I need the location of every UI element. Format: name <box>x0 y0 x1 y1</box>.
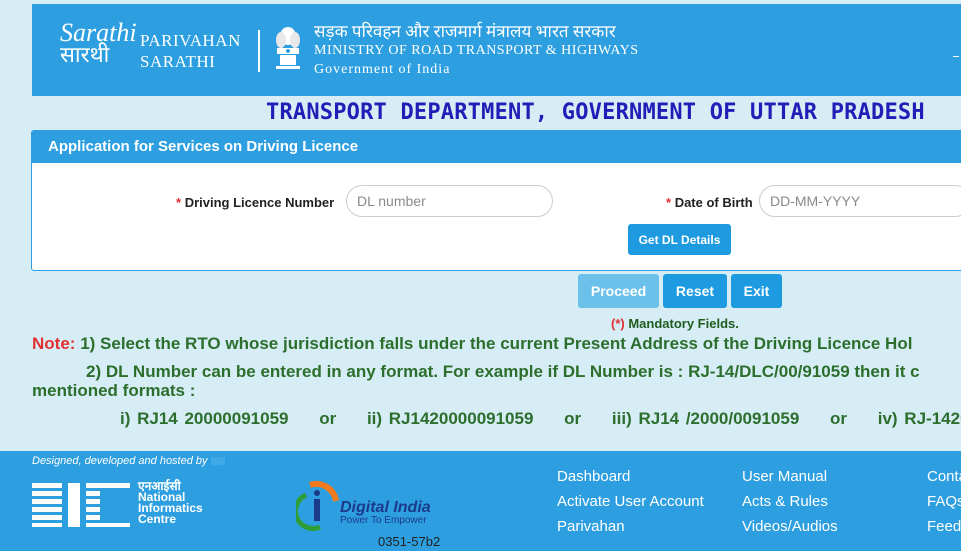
header-divider <box>258 30 260 72</box>
get-dl-details-button[interactable]: Get DL Details <box>628 224 731 255</box>
digital-india-logo-icon[interactable] <box>296 481 340 531</box>
dob-label: * Date of Birth <box>666 195 753 210</box>
nic-name: एनआईसी National Informatics Centre <box>138 480 203 526</box>
logo-line2: सारथी <box>60 42 110 67</box>
sarathi-logo[interactable]: Sarathi सारथी <box>60 18 137 67</box>
mandatory-fields-note: (*) Mandatory Fields. <box>611 316 739 331</box>
footer-link-parivahan[interactable]: Parivahan <box>557 518 625 535</box>
panel-title: Application for Services on Driving Lice… <box>32 131 961 163</box>
dl-services-panel: Application for Services on Driving Lice… <box>31 130 961 271</box>
example-3: iii) RJ14 /2000/0091059 <box>611 409 800 428</box>
dl-number-label-text: Driving Licence Number <box>184 195 335 210</box>
nic-logo-text: NIC <box>82 508 84 510</box>
mandatory-text: Mandatory Fields. <box>628 316 739 331</box>
note-label: Note: <box>32 334 76 353</box>
mandatory-star: (*) <box>611 316 625 331</box>
note-line-3: mentioned formats : <box>32 381 196 400</box>
version-code: 0351-57b2 <box>378 534 441 549</box>
dob-label-text: Date of Birth <box>674 195 753 210</box>
logo-line1: Sarathi <box>60 18 137 47</box>
ministry-block: सड़क परिवहन और राजमार्ग मंत्रालय भारत सर… <box>314 22 639 79</box>
brand-line1: PARIVAHAN <box>140 31 241 50</box>
national-emblem-icon <box>276 27 300 69</box>
note-line-2: 2) DL Number can be entered in any forma… <box>86 362 920 381</box>
footer-link-contact[interactable]: Conta <box>927 468 961 485</box>
example-4: iv) RJ-14200000 <box>877 409 961 428</box>
brand-line2: SARATHI <box>140 52 216 71</box>
header-dash <box>953 56 959 57</box>
brand-name: PARIVAHAN SARATHI <box>140 30 241 72</box>
required-mark: * <box>176 195 182 210</box>
hosted-by-text: Designed, developed and hosted by <box>32 455 208 467</box>
nic-link-icon[interactable] <box>210 457 225 466</box>
example-or: or <box>830 409 848 428</box>
ministry-hindi: सड़क परिवहन और राजमार्ग मंत्रालय भारत सर… <box>314 22 616 41</box>
example-1: i) RJ14 20000091059 <box>120 409 289 428</box>
example-2: ii) RJ1420000091059 <box>366 409 534 428</box>
department-title: TRANSPORT DEPARTMENT, GOVERNMENT OF UTTA… <box>266 100 925 125</box>
footer-link-faqs[interactable]: FAQs <box>927 493 961 510</box>
footer-link-videos-audios[interactable]: Videos/Audios <box>742 518 838 535</box>
ministry-english: MINISTRY OF ROAD TRANSPORT & HIGHWAYS <box>314 43 639 58</box>
site-header: Sarathi सारथी PARIVAHAN SARATHI सड़क परि… <box>32 4 961 96</box>
dob-input[interactable] <box>759 185 961 217</box>
footer-link-dashboard[interactable]: Dashboard <box>557 468 630 485</box>
example-or: or <box>564 409 582 428</box>
dl-number-input[interactable] <box>346 185 553 217</box>
note-line1-text: 1) Select the RTO whose jurisdiction fal… <box>80 334 913 353</box>
note-line-1: Note: 1) Select the RTO whose jurisdicti… <box>32 332 912 356</box>
dl-format-examples: i) RJ14 20000091059 or ii) RJ14200000910… <box>120 409 961 429</box>
nic-line3: Centre <box>138 512 177 526</box>
government-of-india: Government of India <box>314 62 451 77</box>
dl-number-label: * Driving Licence Number <box>176 195 334 210</box>
footer-link-feedback[interactable]: Feed <box>927 518 961 535</box>
reset-button[interactable]: Reset <box>663 274 727 308</box>
nic-logo-icon[interactable]: NIC <box>32 483 132 527</box>
digital-india-tagline: Power To Empower <box>340 515 427 526</box>
exit-button[interactable]: Exit <box>731 274 782 308</box>
footer-link-user-manual[interactable]: User Manual <box>742 468 827 485</box>
site-footer: Designed, developed and hosted by NIC एन… <box>0 451 961 551</box>
example-or: or <box>319 409 337 428</box>
proceed-button[interactable]: Proceed <box>578 274 659 308</box>
required-mark: * <box>666 195 672 210</box>
hosted-by: Designed, developed and hosted by <box>32 455 225 467</box>
footer-link-activate-account[interactable]: Activate User Account <box>557 493 704 510</box>
footer-link-acts-rules[interactable]: Acts & Rules <box>742 493 828 510</box>
